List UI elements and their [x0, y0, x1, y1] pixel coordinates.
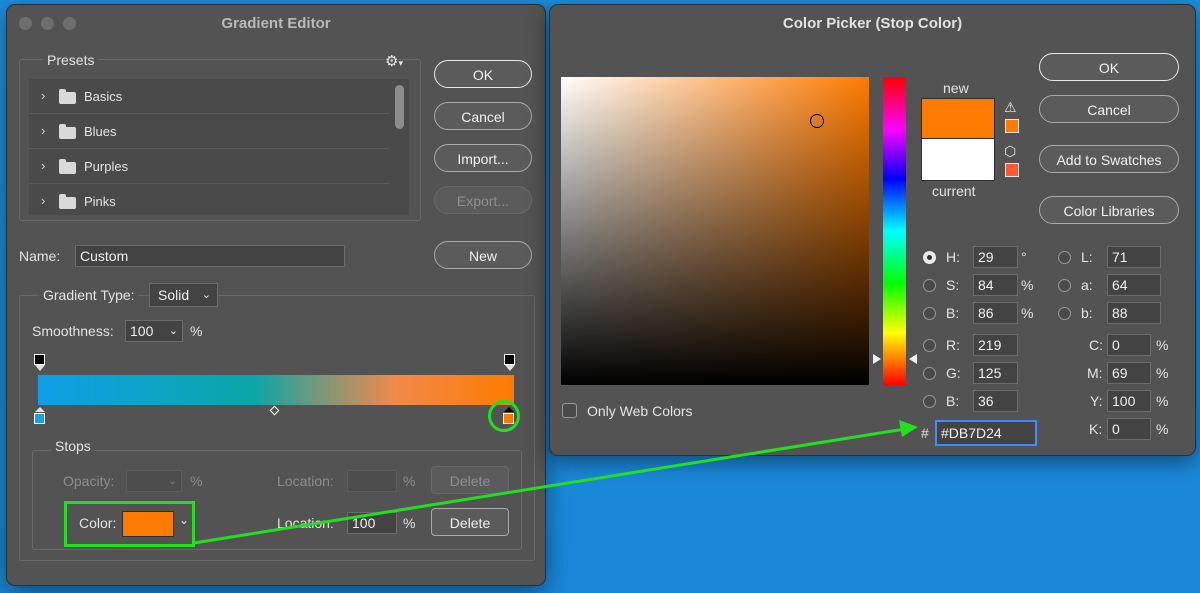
annotation-arrow — [193, 420, 918, 545]
annotation-arrow-line — [193, 427, 906, 545]
annotation-arrow-head — [899, 420, 918, 437]
